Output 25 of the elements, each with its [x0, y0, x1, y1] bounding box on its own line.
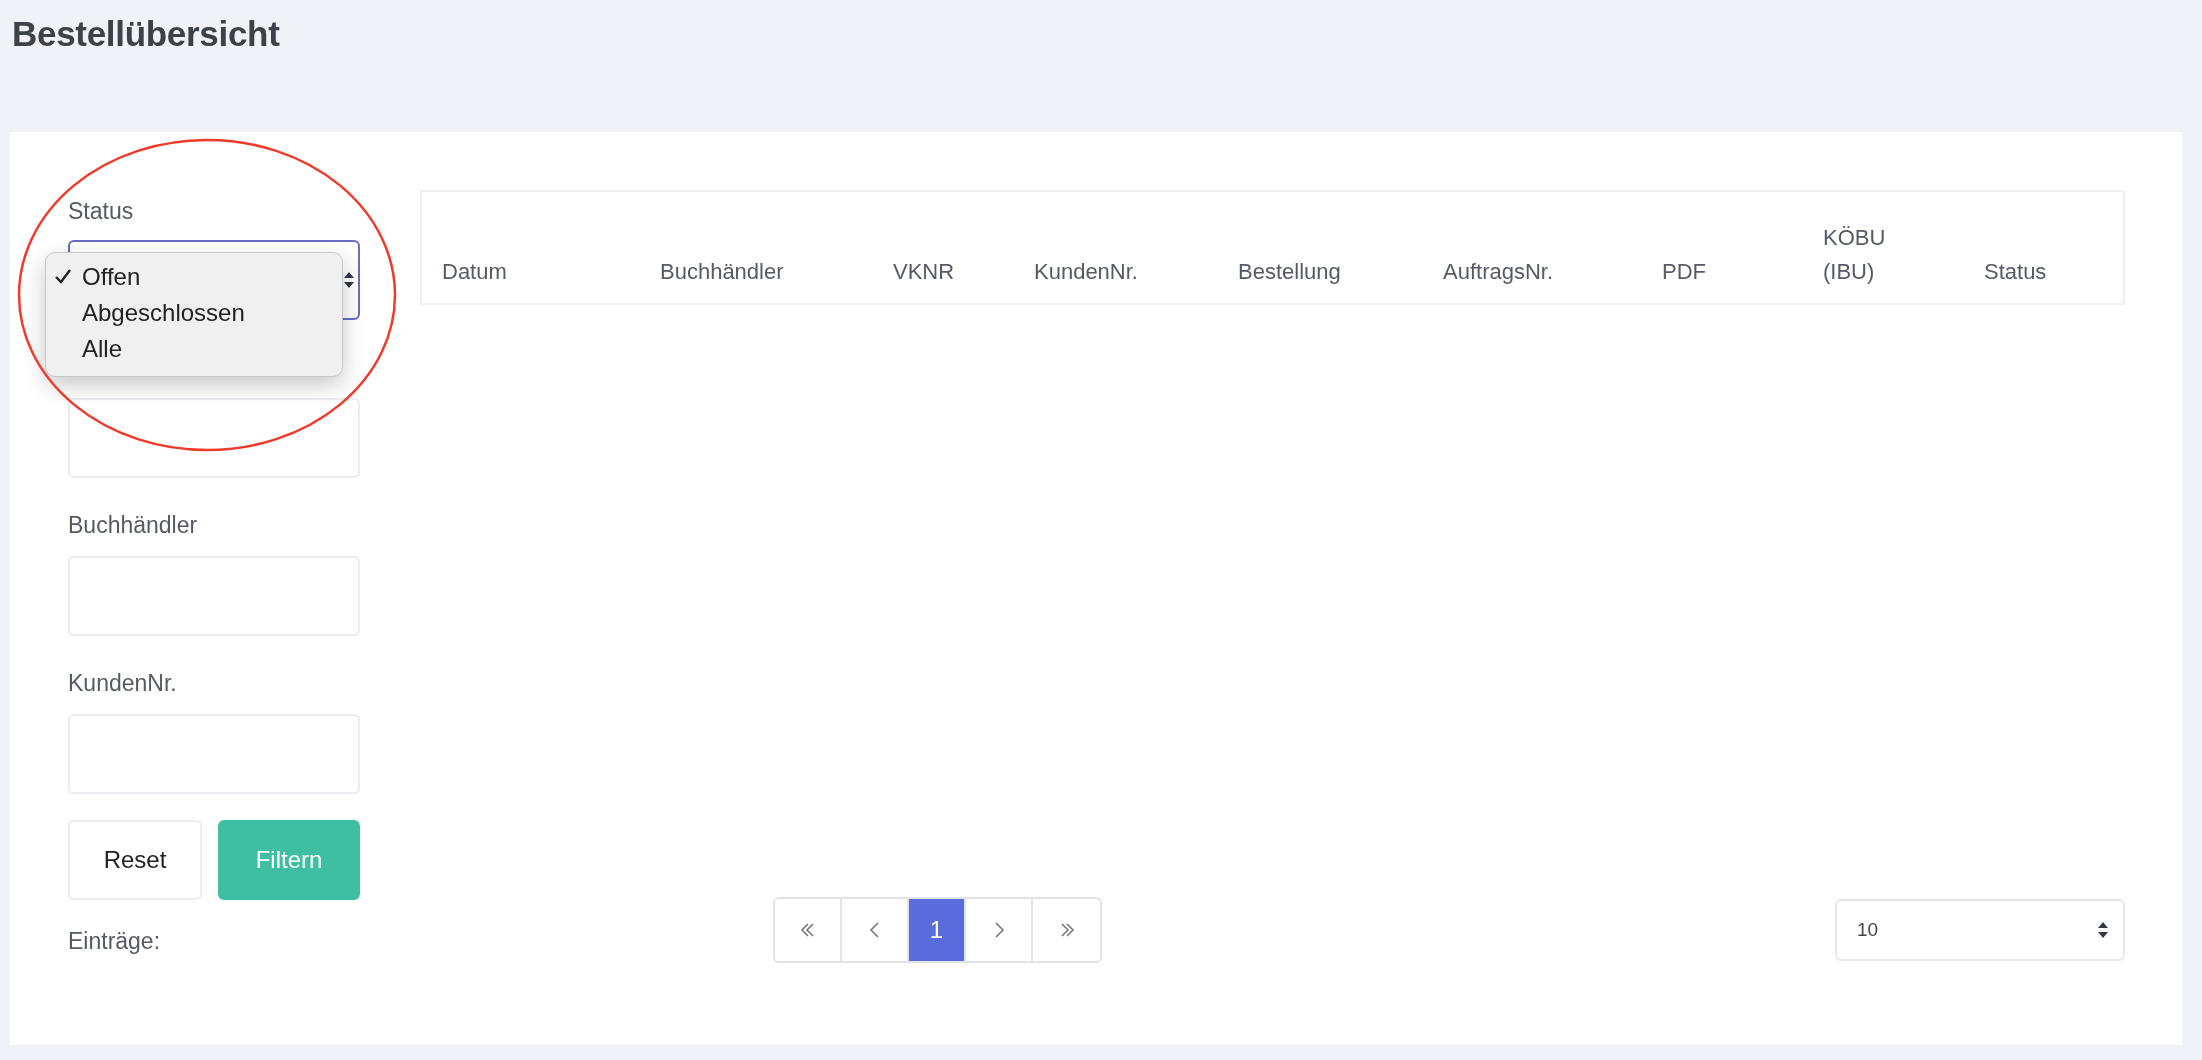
- menu-item[interactable]: Offen: [46, 259, 342, 295]
- input-field[interactable]: [68, 398, 360, 478]
- first-page-button[interactable]: [775, 899, 842, 961]
- column-header: KÖBU (IBU): [1823, 224, 1887, 286]
- sort-arrows-icon: [2097, 921, 2109, 939]
- reset-button[interactable]: Reset: [68, 820, 202, 900]
- column-header: Buchhändler: [660, 258, 785, 286]
- column-header: VKNR: [893, 258, 956, 286]
- page-size-select[interactable]: 10: [1835, 899, 2125, 961]
- field-label: KundenNr.: [68, 670, 178, 698]
- sort-arrows-icon: [343, 271, 355, 289]
- field-label: Status: [68, 198, 135, 226]
- page-button[interactable]: 1: [909, 899, 966, 961]
- column-header: KundenNr.: [1034, 258, 1139, 286]
- field-label: Buchhändler: [68, 512, 199, 540]
- column-header: Status: [1984, 258, 2048, 286]
- page-title: Bestellübersicht: [11, 13, 281, 55]
- menu-item[interactable]: Abgeschlossen: [46, 295, 342, 331]
- column-header: Datum: [442, 258, 508, 286]
- column-header: Bestellung: [1238, 258, 1342, 286]
- entries-label: Einträge:: [68, 928, 162, 955]
- check-icon: [54, 267, 72, 285]
- menu-item[interactable]: Alle: [46, 331, 342, 367]
- column-header: PDF: [1662, 258, 1707, 286]
- column-header: AuftragsNr.: [1443, 258, 1555, 286]
